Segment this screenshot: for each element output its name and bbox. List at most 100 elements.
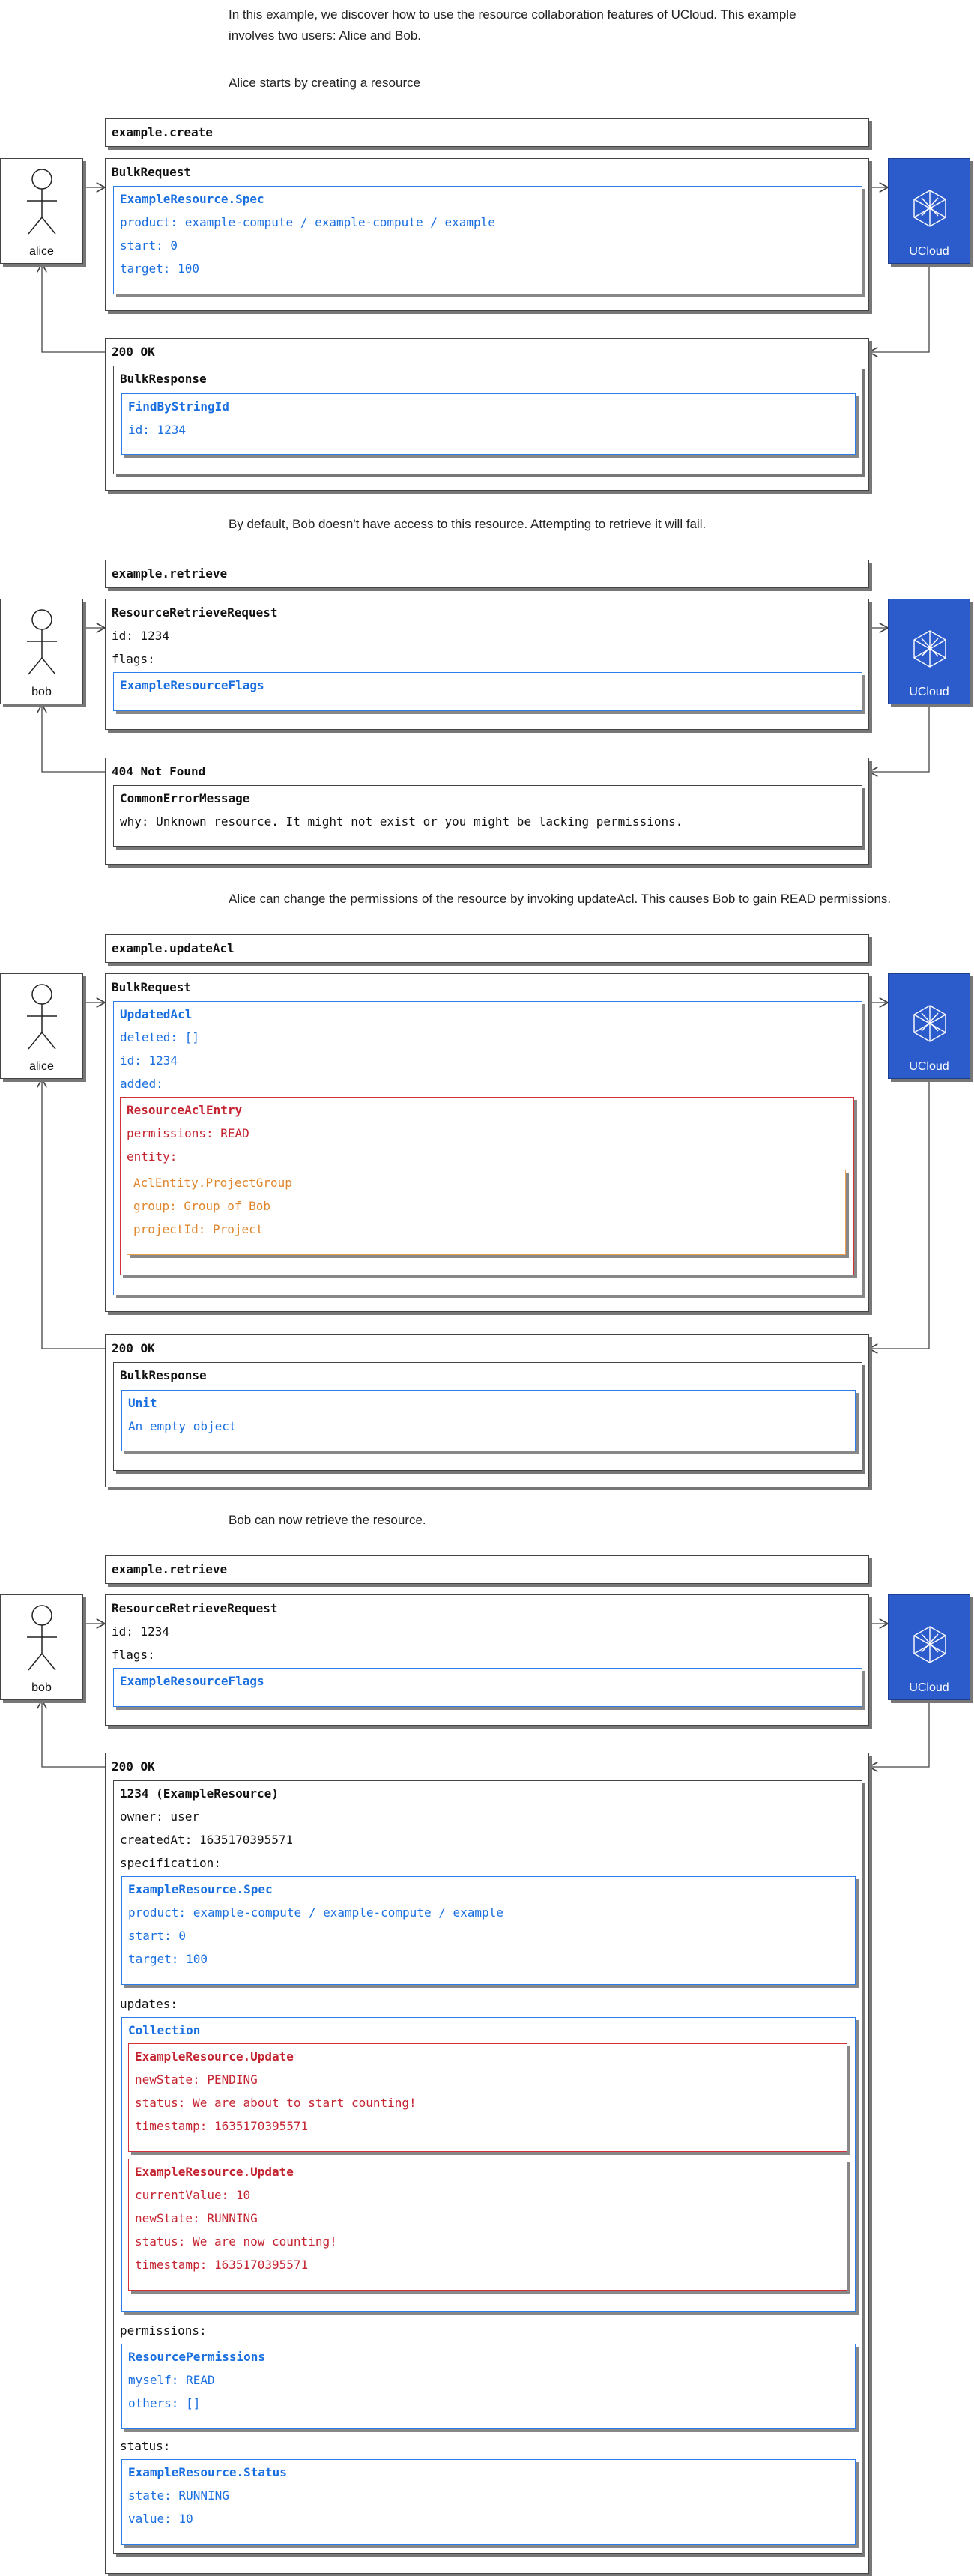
resource-status-object: ExampleResource.Status state: RUNNING va… [121,2459,856,2545]
response-title: BulkResponse [120,1368,207,1382]
ucloud-node: UCloud [888,973,970,1079]
response-status: 404 Not Found [112,764,206,778]
ucloud-logo-icon [913,1005,946,1042]
updates-label: updates: [120,1997,178,2011]
section-2-description: By default, Bob doesn't have access to t… [229,517,707,531]
start-field: start: 0 [120,238,178,253]
actor-icon [27,984,57,1050]
others-field: others: [] [128,2396,201,2410]
response-status: 200 OK [112,345,155,359]
actor-icon [27,1605,57,1671]
actor-alice: alice [0,973,83,1079]
section-3-description: Alice can change the permissions of the … [229,892,892,906]
created-at-field: createdAt: 1635170395571 [120,1833,294,1847]
response-status: 200 OK [112,1341,155,1355]
resource-flags-object: ExampleResourceFlags [113,672,862,711]
flags-label: flags: [112,1648,155,1662]
start-field: start: 0 [128,1929,187,1943]
updated-acl-object: UpdatedAcl deleted: [] id: 1234 added: R… [113,1001,862,1295]
target-field: target: 100 [120,261,199,276]
actor-bob: bob [0,599,83,704]
permissions-label: permissions: [120,2323,207,2338]
section-4-call-name: example.retrieve [105,1555,869,1584]
timestamp-field: timestamp: 1635170395571 [135,2119,309,2133]
example-resource-object: 1234 (ExampleResource) owner: user creat… [113,1780,862,2554]
status-field: status: We are about to start counting! [135,2096,417,2110]
response-title: BulkResponse [120,372,207,386]
actor-label: bob [31,686,52,698]
why-field: why: Unknown resource. It might not exis… [120,814,683,829]
request-title: ResourceRetrieveRequest [112,605,278,620]
flags-label: flags: [112,652,155,666]
object-title: ExampleResource.Spec [120,192,264,206]
ucloud-label: UCloud [909,1681,949,1694]
ucloud-node: UCloud [888,599,970,704]
resource-update-object: ExampleResource.Update newState: PENDING… [128,2043,847,2152]
deleted-field: deleted: [] [120,1030,199,1044]
object-title: ExampleResource.Status [128,2465,287,2479]
resource-spec-object: ExampleResource.Spec product: example-co… [121,1876,856,1985]
acl-entry-object: ResourceAclEntry permissions: READ entit… [120,1097,854,1275]
request-title: ResourceRetrieveRequest [112,1601,278,1615]
ucloud-logo-icon [913,630,946,668]
new-state-field: newState: PENDING [135,2072,258,2087]
owner-field: owner: user [120,1809,199,1824]
object-title: Collection [128,2023,201,2037]
section-4-request: ResourceRetrieveRequest id: 1234 flags: … [105,1594,869,1726]
response-body: BulkResponse FindByStringId id: 1234 [113,366,862,474]
response-body: BulkResponse Unit An empty object [113,1362,862,1471]
project-id-field: projectId: Project [133,1222,264,1236]
myself-field: myself: READ [128,2373,215,2387]
actor-label: bob [31,1681,52,1694]
entity-label: entity: [127,1149,178,1164]
section-1-response: 200 OK BulkResponse FindByStringId id: 1… [105,338,869,491]
object-title: ExampleResource.Update [135,2049,294,2063]
find-by-string-id-object: FindByStringId id: 1234 [121,393,856,455]
new-state-field: newState: RUNNING [135,2211,258,2225]
object-title: ResourceAclEntry [127,1103,243,1117]
id-field: id: 1234 [128,423,187,437]
object-title: CommonErrorMessage [120,791,250,805]
actor-alice: alice [0,158,83,264]
status-label: status: [120,2439,171,2453]
section-3-response: 200 OK BulkResponse Unit An empty object [105,1334,869,1487]
section-2-response: 404 Not Found CommonErrorMessage why: Un… [105,758,869,865]
section-2-request: ResourceRetrieveRequest id: 1234 flags: … [105,599,869,730]
timestamp-field: timestamp: 1635170395571 [135,2258,309,2272]
current-value-field: currentValue: 10 [135,2188,251,2202]
id-field: id: 1234 [112,629,170,643]
added-label: added: [120,1077,163,1091]
section-3-call-name: example.updateAcl [105,934,869,963]
ucloud-node: UCloud [888,158,970,264]
project-group-object: AclEntity.ProjectGroup group: Group of B… [127,1170,846,1255]
resource-flags-object: ExampleResourceFlags [113,1668,862,1707]
actor-icon [27,169,57,235]
object-title: ExampleResourceFlags [120,678,264,692]
resource-update-object: ExampleResource.Update currentValue: 10 … [128,2159,847,2291]
section-4-description: Bob can now retrieve the resource. [229,1513,426,1527]
section-1-request: BulkRequest ExampleResource.Spec product… [105,158,869,311]
response-status: 200 OK [112,1759,155,1774]
request-title: BulkRequest [112,165,191,179]
actor-label: alice [29,1060,54,1073]
value-field: value: 10 [128,2512,193,2526]
actor-label: alice [29,245,54,258]
unit-object: Unit An empty object [121,1390,856,1451]
permissions-field: permissions: READ [127,1126,249,1140]
error-message-object: CommonErrorMessage why: Unknown resource… [113,785,862,847]
request-title: BulkRequest [112,980,191,994]
id-field: id: 1234 [112,1624,170,1639]
object-title: ExampleResourceFlags [120,1674,264,1688]
ucloud-label: UCloud [909,1060,949,1073]
target-field: target: 100 [128,1952,208,1966]
object-description: An empty object [128,1419,237,1433]
object-title: AclEntity.ProjectGroup [133,1176,292,1190]
specification-label: specification: [120,1856,221,1870]
state-field: state: RUNNING [128,2488,229,2503]
ucloud-label: UCloud [909,686,949,698]
object-title: Unit [128,1396,157,1410]
object-title: FindByStringId [128,399,229,414]
ucloud-label: UCloud [909,245,949,258]
actor-icon [27,609,57,675]
group-field: group: Group of Bob [133,1199,271,1213]
